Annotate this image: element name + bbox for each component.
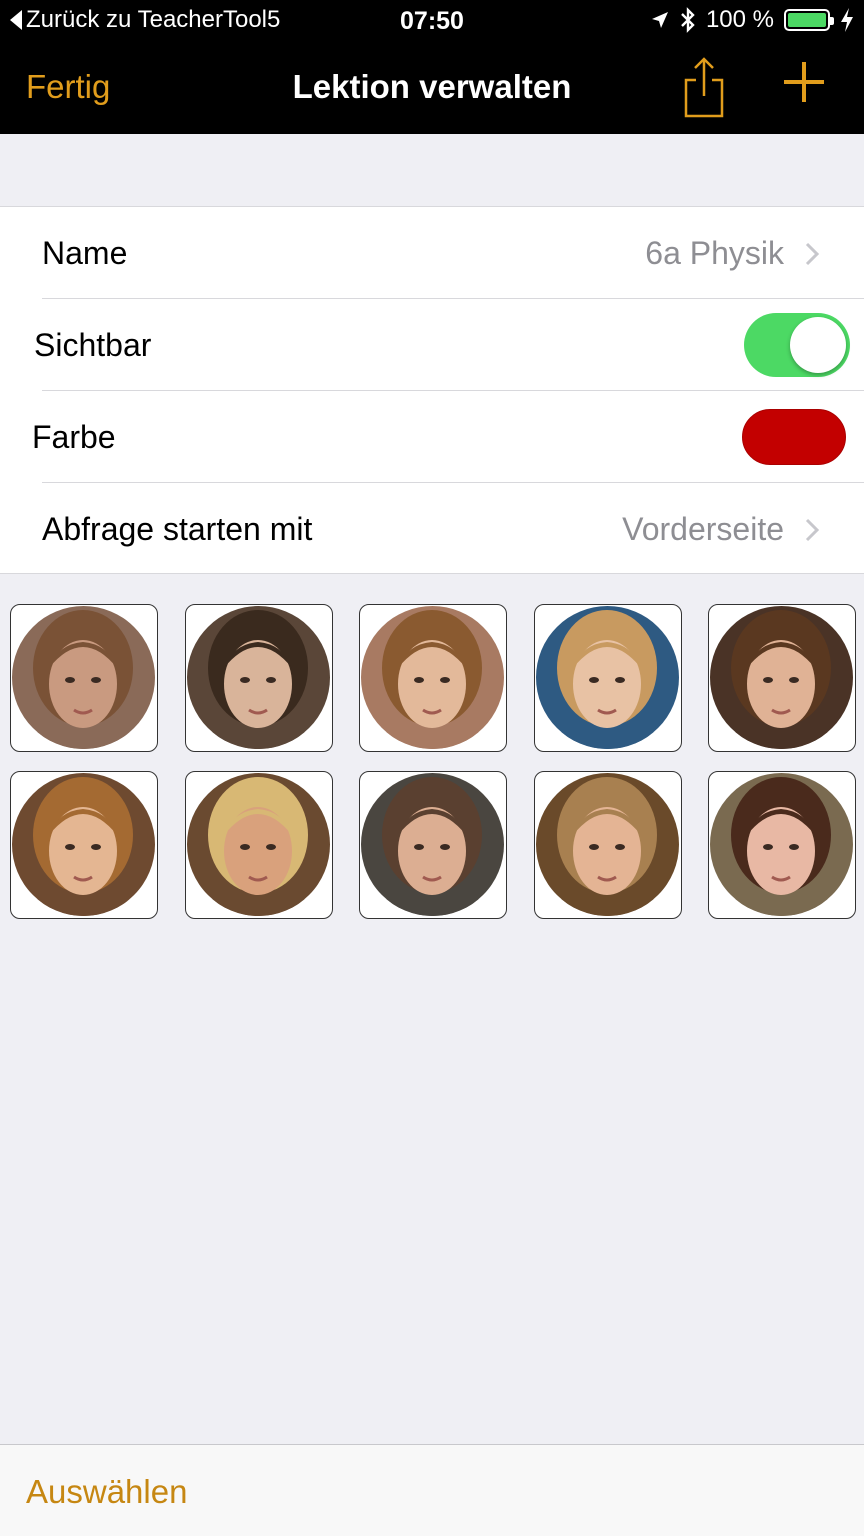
status-indicators: 100 % xyxy=(650,6,854,34)
student-avatar xyxy=(361,773,504,916)
battery-percent: 100 % xyxy=(705,6,774,33)
color-label: Farbe xyxy=(32,419,116,455)
color-row[interactable]: Farbe xyxy=(0,391,864,483)
color-swatch[interactable] xyxy=(742,409,846,465)
student-photo-tile[interactable] xyxy=(359,604,507,752)
bottom-toolbar: Auswählen xyxy=(0,1444,864,1536)
add-icon[interactable] xyxy=(782,60,826,104)
bluetooth-icon xyxy=(681,7,695,33)
battery-icon xyxy=(784,9,834,31)
student-avatar xyxy=(710,773,853,916)
student-photo-tile[interactable] xyxy=(10,771,158,919)
student-avatar xyxy=(186,606,330,749)
student-avatar xyxy=(710,606,853,749)
query-start-label: Abfrage starten mit xyxy=(42,511,313,547)
student-avatar xyxy=(186,773,330,916)
visible-label: Sichtbar xyxy=(34,327,152,363)
chevron-right-icon xyxy=(805,518,820,542)
name-label: Name xyxy=(42,235,128,271)
location-arrow-icon xyxy=(651,12,668,28)
navigation-bar: Fertig Lektion verwalten xyxy=(0,42,864,134)
student-avatar xyxy=(361,606,504,749)
query-start-value: Vorderseite xyxy=(622,511,784,547)
student-photo-tile[interactable] xyxy=(533,771,682,919)
share-icon[interactable] xyxy=(680,56,728,118)
student-photo-tile[interactable] xyxy=(359,771,507,919)
student-photo-tile[interactable] xyxy=(10,604,158,752)
student-avatar xyxy=(535,606,679,749)
lesson-settings: Name 6a Physik Sichtbar Farbe Abfrage st… xyxy=(0,206,864,574)
page-title: Lektion verwalten xyxy=(292,68,572,105)
student-avatar xyxy=(535,773,679,916)
charging-bolt-icon xyxy=(841,8,853,32)
chevron-right-icon xyxy=(805,242,820,266)
visible-row: Sichtbar xyxy=(0,299,864,391)
name-row[interactable]: Name 6a Physik xyxy=(0,207,864,299)
select-button[interactable]: Auswählen xyxy=(26,1473,187,1511)
student-photo-tile[interactable] xyxy=(708,771,856,919)
status-bar: Zurück zu TeacherTool5 07:50 100 % xyxy=(0,0,864,42)
student-photo-tile[interactable] xyxy=(708,604,856,752)
student-photo-tile[interactable] xyxy=(184,604,333,752)
student-avatar xyxy=(12,606,155,749)
student-photo-tile[interactable] xyxy=(184,771,333,919)
visible-toggle[interactable] xyxy=(744,313,850,377)
student-photo-tile[interactable] xyxy=(533,604,682,752)
name-value: 6a Physik xyxy=(645,235,784,271)
toggle-knob xyxy=(790,317,846,373)
student-avatar xyxy=(12,773,155,916)
query-start-row[interactable]: Abfrage starten mit Vorderseite xyxy=(0,483,864,575)
